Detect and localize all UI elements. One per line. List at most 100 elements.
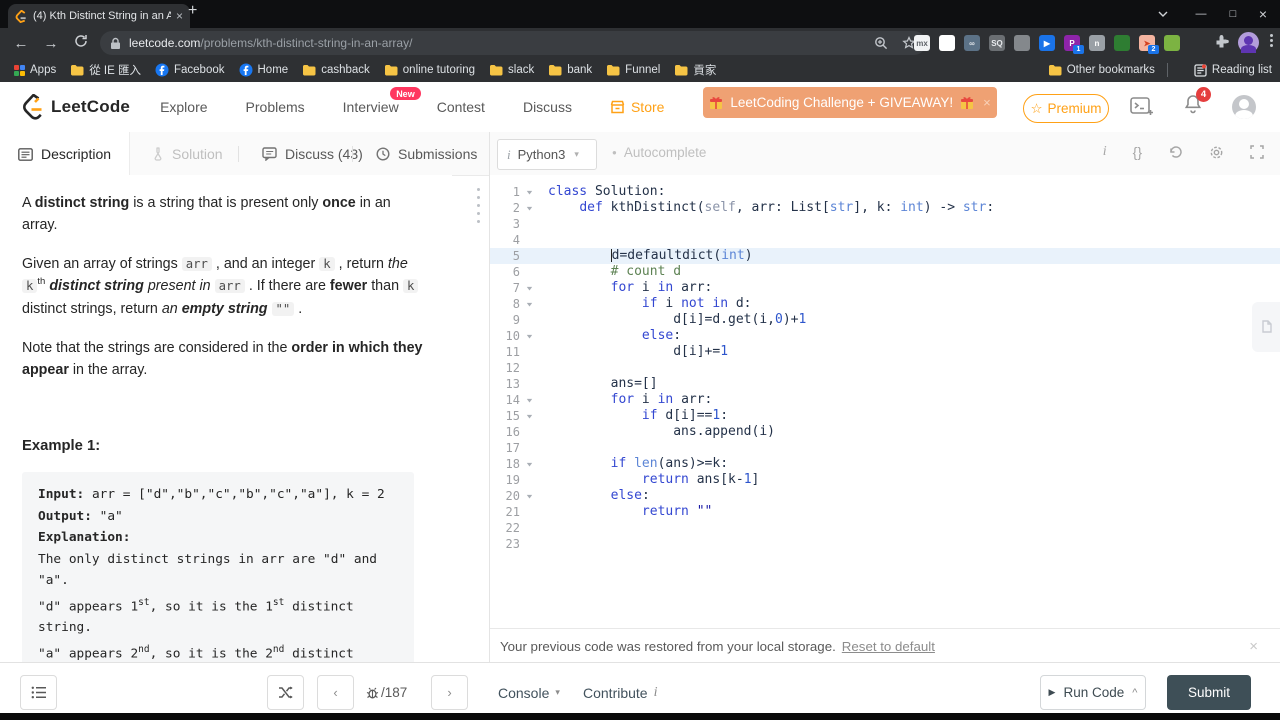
code-line[interactable]: 20 else: bbox=[490, 488, 1280, 504]
nav-problems[interactable]: Problems bbox=[246, 99, 305, 115]
settings-gear-icon[interactable] bbox=[1209, 145, 1224, 160]
problem-list-button[interactable] bbox=[20, 675, 57, 710]
nav-explore[interactable]: Explore bbox=[160, 99, 207, 115]
restore-close-icon[interactable]: × bbox=[1249, 638, 1258, 655]
ext-sq-icon[interactable]: SQ bbox=[989, 35, 1005, 51]
tab-close-icon[interactable]: × bbox=[176, 9, 183, 23]
code-line[interactable]: 9 d[i]=d.get(i,0)+1 bbox=[490, 312, 1280, 328]
browser-tab[interactable]: (4) Kth Distinct String in an Array × bbox=[8, 4, 190, 28]
code-line[interactable]: 8 if i not in d: bbox=[490, 296, 1280, 312]
code-line[interactable]: 17 bbox=[490, 440, 1280, 456]
tab-description[interactable]: Description bbox=[0, 132, 131, 176]
fold-arrow-icon[interactable] bbox=[520, 280, 538, 296]
code-line[interactable]: 18 if len(ans)>=k: bbox=[490, 456, 1280, 472]
fold-arrow-icon[interactable] bbox=[520, 392, 538, 408]
contribute-link[interactable]: Contribute i bbox=[583, 675, 657, 710]
console-toggle[interactable]: Console ▾ bbox=[498, 675, 560, 710]
code-line[interactable]: 7 for i in arr: bbox=[490, 280, 1280, 296]
bookmark-item[interactable]: Other bookmarks bbox=[1048, 64, 1155, 76]
fold-arrow-icon[interactable] bbox=[520, 200, 538, 216]
editor-info-icon[interactable]: i bbox=[1103, 144, 1107, 160]
new-tab-button[interactable]: + bbox=[188, 2, 197, 20]
code-line[interactable]: 11 d[i]+=1 bbox=[490, 344, 1280, 360]
reset-code-icon[interactable] bbox=[1168, 145, 1183, 159]
next-question-button[interactable]: › bbox=[431, 675, 468, 710]
ext-fl-icon[interactable]: n bbox=[1089, 35, 1105, 51]
nav-contest[interactable]: Contest bbox=[437, 99, 485, 115]
code-line[interactable]: 14 for i in arr: bbox=[490, 392, 1280, 408]
zoom-icon[interactable] bbox=[874, 36, 888, 50]
bookmark-item[interactable]: Reading list bbox=[1194, 63, 1272, 77]
code-line[interactable]: 21 return "" bbox=[490, 504, 1280, 520]
panel-resize-handle[interactable] bbox=[477, 188, 480, 223]
bookmark-item[interactable]: 從 IE 匯入 bbox=[70, 62, 141, 78]
bookmark-item[interactable]: bank bbox=[548, 64, 592, 76]
code-line[interactable]: 15 if d[i]==1: bbox=[490, 408, 1280, 424]
code-line[interactable]: 23 bbox=[490, 536, 1280, 552]
tab-solution[interactable]: Solution bbox=[134, 132, 241, 175]
code-line[interactable]: 19 return ans[k-1] bbox=[490, 472, 1280, 488]
bookmark-item[interactable]: 貢家 bbox=[674, 62, 716, 78]
copy-code-widget[interactable] bbox=[1252, 302, 1280, 352]
browser-menu-icon[interactable] bbox=[1270, 34, 1273, 47]
window-maximize-button[interactable]: □ bbox=[1220, 0, 1246, 28]
tab-search-button[interactable] bbox=[1150, 0, 1176, 28]
reset-to-default-link[interactable]: Reset to default bbox=[842, 639, 935, 654]
window-close-button[interactable]: × bbox=[1250, 0, 1276, 28]
reload-button[interactable] bbox=[66, 34, 96, 52]
nav-discuss[interactable]: Discuss bbox=[523, 99, 572, 115]
leetcode-logo[interactable]: LeetCode bbox=[22, 94, 130, 120]
code-line[interactable]: 13 ans=[] bbox=[490, 376, 1280, 392]
ext-link-icon[interactable]: ∞ bbox=[964, 35, 980, 51]
format-braces-icon[interactable]: {} bbox=[1133, 144, 1142, 160]
question-position-indicator[interactable]: /187 bbox=[366, 675, 407, 710]
nav-interview[interactable]: Interview New bbox=[343, 87, 421, 115]
fold-arrow-icon[interactable] bbox=[520, 328, 538, 344]
fold-arrow-icon[interactable] bbox=[520, 296, 538, 312]
bookmark-item[interactable]: Home bbox=[239, 63, 288, 77]
code-editor[interactable]: 1 class Solution: 2 def kthDistinct(self, … bbox=[490, 175, 1280, 628]
code-line[interactable]: 10 else: bbox=[490, 328, 1280, 344]
ext-p-icon[interactable]: P1 bbox=[1064, 35, 1084, 54]
fold-arrow-icon[interactable] bbox=[520, 184, 538, 200]
profile-avatar[interactable] bbox=[1238, 32, 1259, 53]
code-line[interactable]: 22 bbox=[490, 520, 1280, 536]
code-line[interactable]: 12 bbox=[490, 360, 1280, 376]
notifications-bell[interactable]: 4 bbox=[1184, 87, 1211, 119]
bookmark-item[interactable]: Apps bbox=[14, 64, 56, 76]
puzzle-extensions-icon[interactable] bbox=[1213, 34, 1230, 56]
bookmark-item[interactable]: cashback bbox=[302, 64, 370, 76]
banner-close-icon[interactable]: × bbox=[983, 95, 991, 110]
tab-submissions[interactable]: Submissions bbox=[358, 132, 495, 175]
code-line[interactable]: 5 d=defaultdict(int) bbox=[490, 248, 1280, 264]
user-avatar[interactable] bbox=[1232, 94, 1256, 119]
ext-sprout-icon[interactable] bbox=[1114, 35, 1130, 51]
forward-button[interactable]: → bbox=[36, 35, 66, 52]
previous-question-button[interactable]: ‹ bbox=[317, 675, 354, 710]
bookmark-item[interactable]: Facebook bbox=[155, 63, 225, 77]
back-button[interactable]: ← bbox=[6, 35, 36, 52]
random-question-button[interactable] bbox=[267, 675, 304, 710]
ext-arrow-icon[interactable]: ➤ 2 bbox=[1139, 35, 1159, 54]
leetcoding-challenge-banner[interactable]: LeetCoding Challenge + GIVEAWAY! × bbox=[703, 87, 997, 118]
code-line[interactable]: 1 class Solution: bbox=[490, 184, 1280, 200]
code-line[interactable]: 6 # count d bbox=[490, 264, 1280, 280]
window-minimize-button[interactable]: — bbox=[1188, 0, 1214, 28]
ext-cam-icon[interactable] bbox=[1014, 35, 1030, 51]
code-line[interactable]: 3 bbox=[490, 216, 1280, 232]
premium-button[interactable]: ☆ Premium bbox=[1023, 94, 1109, 123]
fullscreen-icon[interactable] bbox=[1250, 145, 1264, 159]
code-line[interactable]: 16 ans.append(i) bbox=[490, 424, 1280, 440]
fold-arrow-icon[interactable] bbox=[520, 408, 538, 424]
autocomplete-toggle[interactable]: ● Autocomplete bbox=[612, 145, 706, 160]
bookmark-item[interactable]: Funnel bbox=[606, 64, 660, 76]
code-line[interactable]: 2 def kthDistinct(self, arr: List[str], … bbox=[490, 200, 1280, 216]
playground-terminal-icon[interactable] bbox=[1130, 96, 1154, 117]
fold-arrow-icon[interactable] bbox=[520, 488, 538, 504]
submit-button[interactable]: Submit bbox=[1167, 675, 1251, 710]
language-select[interactable]: i Python3 ▾ bbox=[497, 139, 597, 170]
run-code-button[interactable]: ▶ Run Code ^ bbox=[1040, 675, 1146, 710]
address-bar[interactable]: leetcode.com/problems/kth-distinct-strin… bbox=[100, 31, 926, 55]
ext-mx-icon[interactable]: mx bbox=[914, 35, 930, 51]
ext-oval-icon[interactable] bbox=[939, 35, 955, 51]
